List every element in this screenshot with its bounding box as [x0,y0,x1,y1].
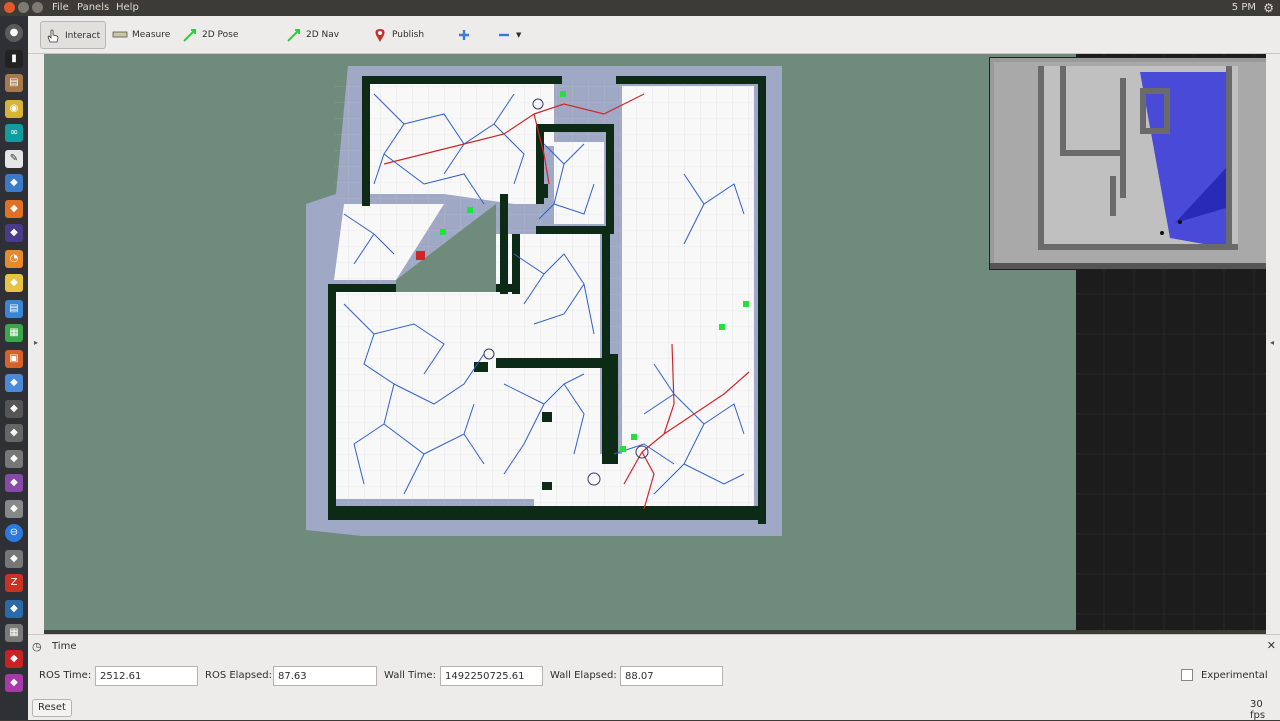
text-editor-icon[interactable]: ✎ [5,150,23,168]
filezilla-icon[interactable]: Z [5,574,23,592]
app-icon-20[interactable]: ◆ [5,500,23,518]
impress-icon[interactable]: ▣ [5,350,23,368]
map-pin-icon [372,27,388,43]
gazebo-inset-view [989,57,1266,270]
dash-home-icon[interactable]: ● [5,24,23,42]
hand-pointer-icon [45,28,61,44]
app-icon-17[interactable]: ◆ [5,424,23,442]
menu-file[interactable]: File [52,2,69,13]
remove-tool-button[interactable]: ▼ [492,21,526,49]
nav-goal-tool-button[interactable]: 2D Nav Goal [282,21,358,68]
wall-elapsed-field[interactable] [620,666,723,686]
app-icon-15[interactable]: ◆ [5,374,23,392]
fps-counter: 30 fps [1250,699,1266,721]
ruler-icon [112,27,128,43]
calc-icon[interactable]: ▦ [5,324,23,342]
publish-point-tool-button[interactable]: Publish Point [368,21,448,68]
green-goal-arrow-icon [286,27,302,43]
rviz-icon[interactable]: ▦ [5,624,23,642]
reset-button[interactable]: Reset [32,699,72,717]
clock-icon: ◷ [32,640,42,653]
pdf-reader-icon[interactable]: ◆ [5,650,23,668]
plus-icon [456,27,472,43]
interact-label: Interact [65,31,101,41]
time-panel-title: Time [52,641,77,652]
minimize-window-icon[interactable] [18,2,29,13]
app-icon-7[interactable]: ◆ [5,174,23,192]
ros-elapsed-label: ROS Elapsed: [205,670,272,681]
ros-elapsed-field[interactable] [273,666,377,686]
menu-help[interactable]: Help [116,2,139,13]
wall-elapsed-label: Wall Elapsed: [550,670,617,681]
minus-icon [496,27,512,43]
collapse-left-icon[interactable]: ▸ [34,338,38,347]
pose-estimate-tool-button[interactable]: 2D Pose Estimate [178,21,274,68]
ros-time-field[interactable] [95,666,198,686]
wall-time-label: Wall Time: [384,670,436,681]
add-tool-button[interactable] [452,21,472,49]
gazebo-scene [990,58,1266,269]
menu-panels[interactable]: Panels [77,2,109,13]
blender-icon[interactable]: ◔ [5,250,23,268]
rviz-toolbar: Interact Measure 2D Pose Estimate 2D Nav… [28,16,1280,68]
app-icon-8[interactable]: ◆ [5,200,23,218]
ros-time-label: ROS Time: [39,670,92,681]
time-panel: ◷ Time ✕ ROS Time: ROS Elapsed: Wall Tim… [28,634,1280,721]
app-launcher: ● ▮ ▤ ◉ ∞ ✎ ◆ ◆ ◆ ◔ ◆ ▤ ▦ ▣ ◆ ◆ ◆ ◆ ◆ ◆ … [0,16,28,720]
chevron-down-icon: ▼ [516,31,522,39]
interact-tool-button[interactable]: Interact [40,21,106,49]
app-icon-11[interactable]: ◆ [5,274,23,292]
app-icon-18[interactable]: ◆ [5,450,23,468]
app-icon-22[interactable]: ◆ [5,550,23,568]
system-clock: 5 PM [1231,2,1256,13]
app-icon-21[interactable]: ⊖ [5,524,23,542]
goal-marker [416,251,425,260]
right-dock-strip: ◂ [1266,54,1280,634]
files-icon[interactable]: ▤ [5,74,23,92]
green-arrow-icon [182,27,198,43]
app-icon-19[interactable]: ◆ [5,474,23,492]
app-icon-16[interactable]: ◆ [5,400,23,418]
writer-icon[interactable]: ▤ [5,300,23,318]
close-panel-icon[interactable]: ✕ [1267,639,1276,652]
app-icon-27[interactable]: ◆ [5,674,23,692]
wall-time-field[interactable] [440,666,543,686]
measure-tool-button[interactable]: Measure [108,21,174,49]
terminal-icon[interactable]: ▮ [5,50,23,68]
settings-gear-icon[interactable]: ⚙ [1263,1,1274,15]
arduino-icon[interactable]: ∞ [5,124,23,142]
chrome-icon[interactable]: ◉ [5,100,23,118]
close-window-icon[interactable] [4,2,15,13]
left-dock-strip: ▸ [28,54,44,634]
3d-viewport[interactable] [44,54,1266,630]
experimental-checkbox[interactable] [1181,669,1193,681]
experimental-label: Experimental [1201,670,1268,681]
collapse-right-icon[interactable]: ◂ [1270,338,1274,347]
menu-bar: File Panels Help 5 PM ⚙ [0,0,1280,16]
app-icon-24[interactable]: ◆ [5,600,23,618]
app-icon-9[interactable]: ◆ [5,224,23,242]
measure-label: Measure [132,30,171,40]
maximize-window-icon[interactable] [32,2,43,13]
